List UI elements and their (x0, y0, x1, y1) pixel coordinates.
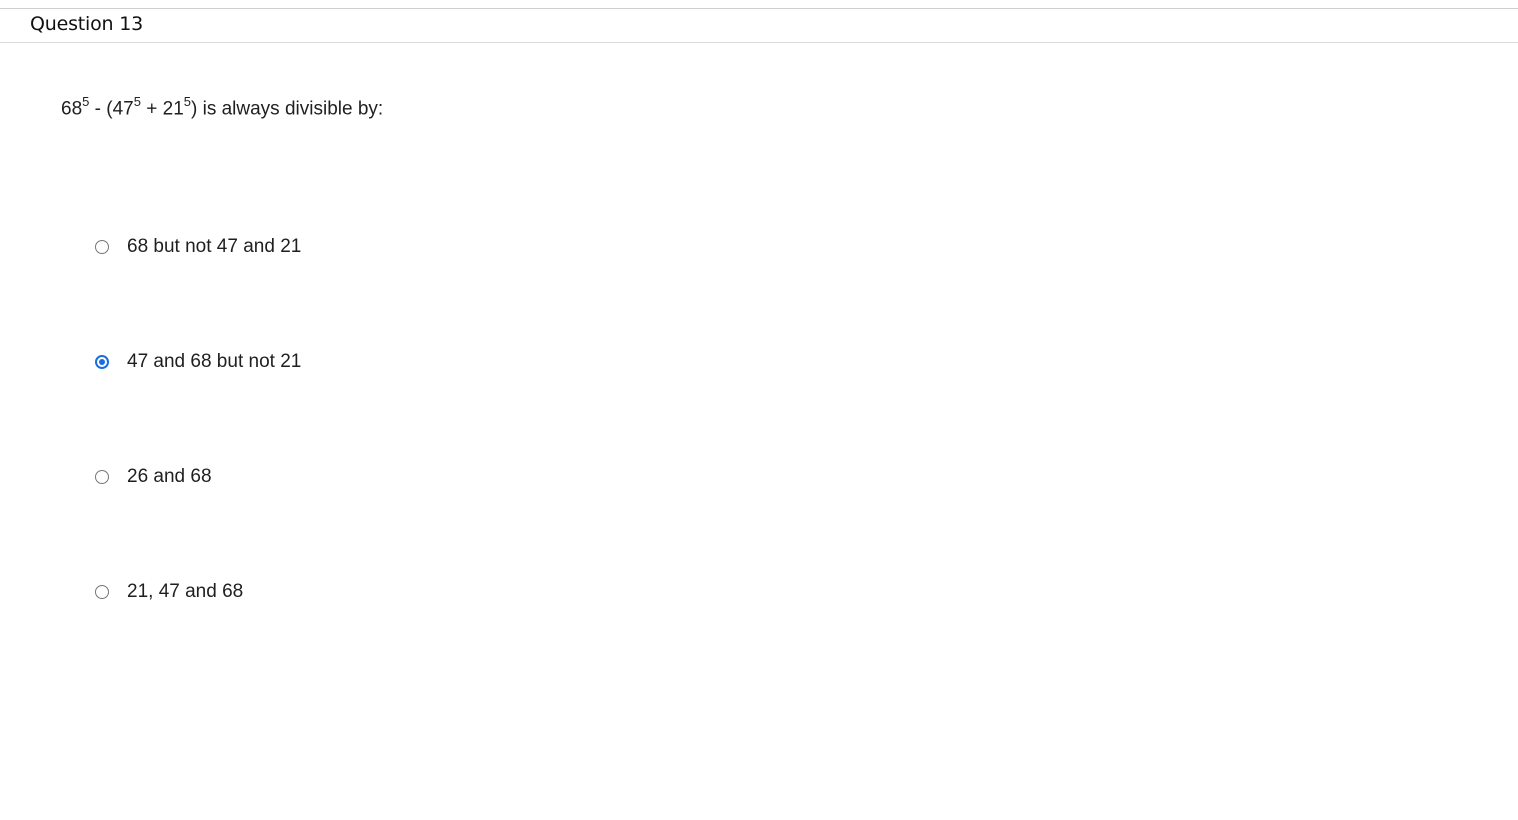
answer-option-label[interactable]: 47 and 68 but not 21 (127, 351, 301, 373)
radio-button[interactable] (95, 585, 109, 599)
prompt-base-68: 68 (61, 98, 83, 120)
prompt-part: - (47 (89, 98, 134, 120)
question-prompt: 685 - (475 + 215) is always divisible by… (61, 94, 384, 120)
answer-option-4[interactable]: 21, 47 and 68 (92, 580, 243, 604)
radio-button[interactable] (95, 470, 109, 484)
question-header: Question 13 (0, 9, 1518, 43)
prompt-part: ) is always divisible by: (191, 98, 384, 120)
prompt-exponent: 5 (82, 94, 90, 109)
radio-button[interactable] (95, 355, 109, 369)
prompt-part: + 21 (140, 98, 184, 120)
prompt-exponent: 5 (133, 94, 141, 109)
answer-option-3[interactable]: 26 and 68 (92, 465, 212, 489)
answer-option-label[interactable]: 68 but not 47 and 21 (127, 236, 301, 258)
answer-option-1[interactable]: 68 but not 47 and 21 (92, 235, 301, 259)
radio-button[interactable] (95, 240, 109, 254)
prompt-exponent: 5 (183, 94, 191, 109)
answer-option-2[interactable]: 47 and 68 but not 21 (92, 350, 301, 374)
answer-option-label[interactable]: 21, 47 and 68 (127, 581, 243, 603)
answer-option-label[interactable]: 26 and 68 (127, 466, 212, 488)
question-title: Question 13 (30, 13, 143, 35)
quiz-page: Question 13 685 - (475 + 215) is always … (0, 0, 1518, 820)
